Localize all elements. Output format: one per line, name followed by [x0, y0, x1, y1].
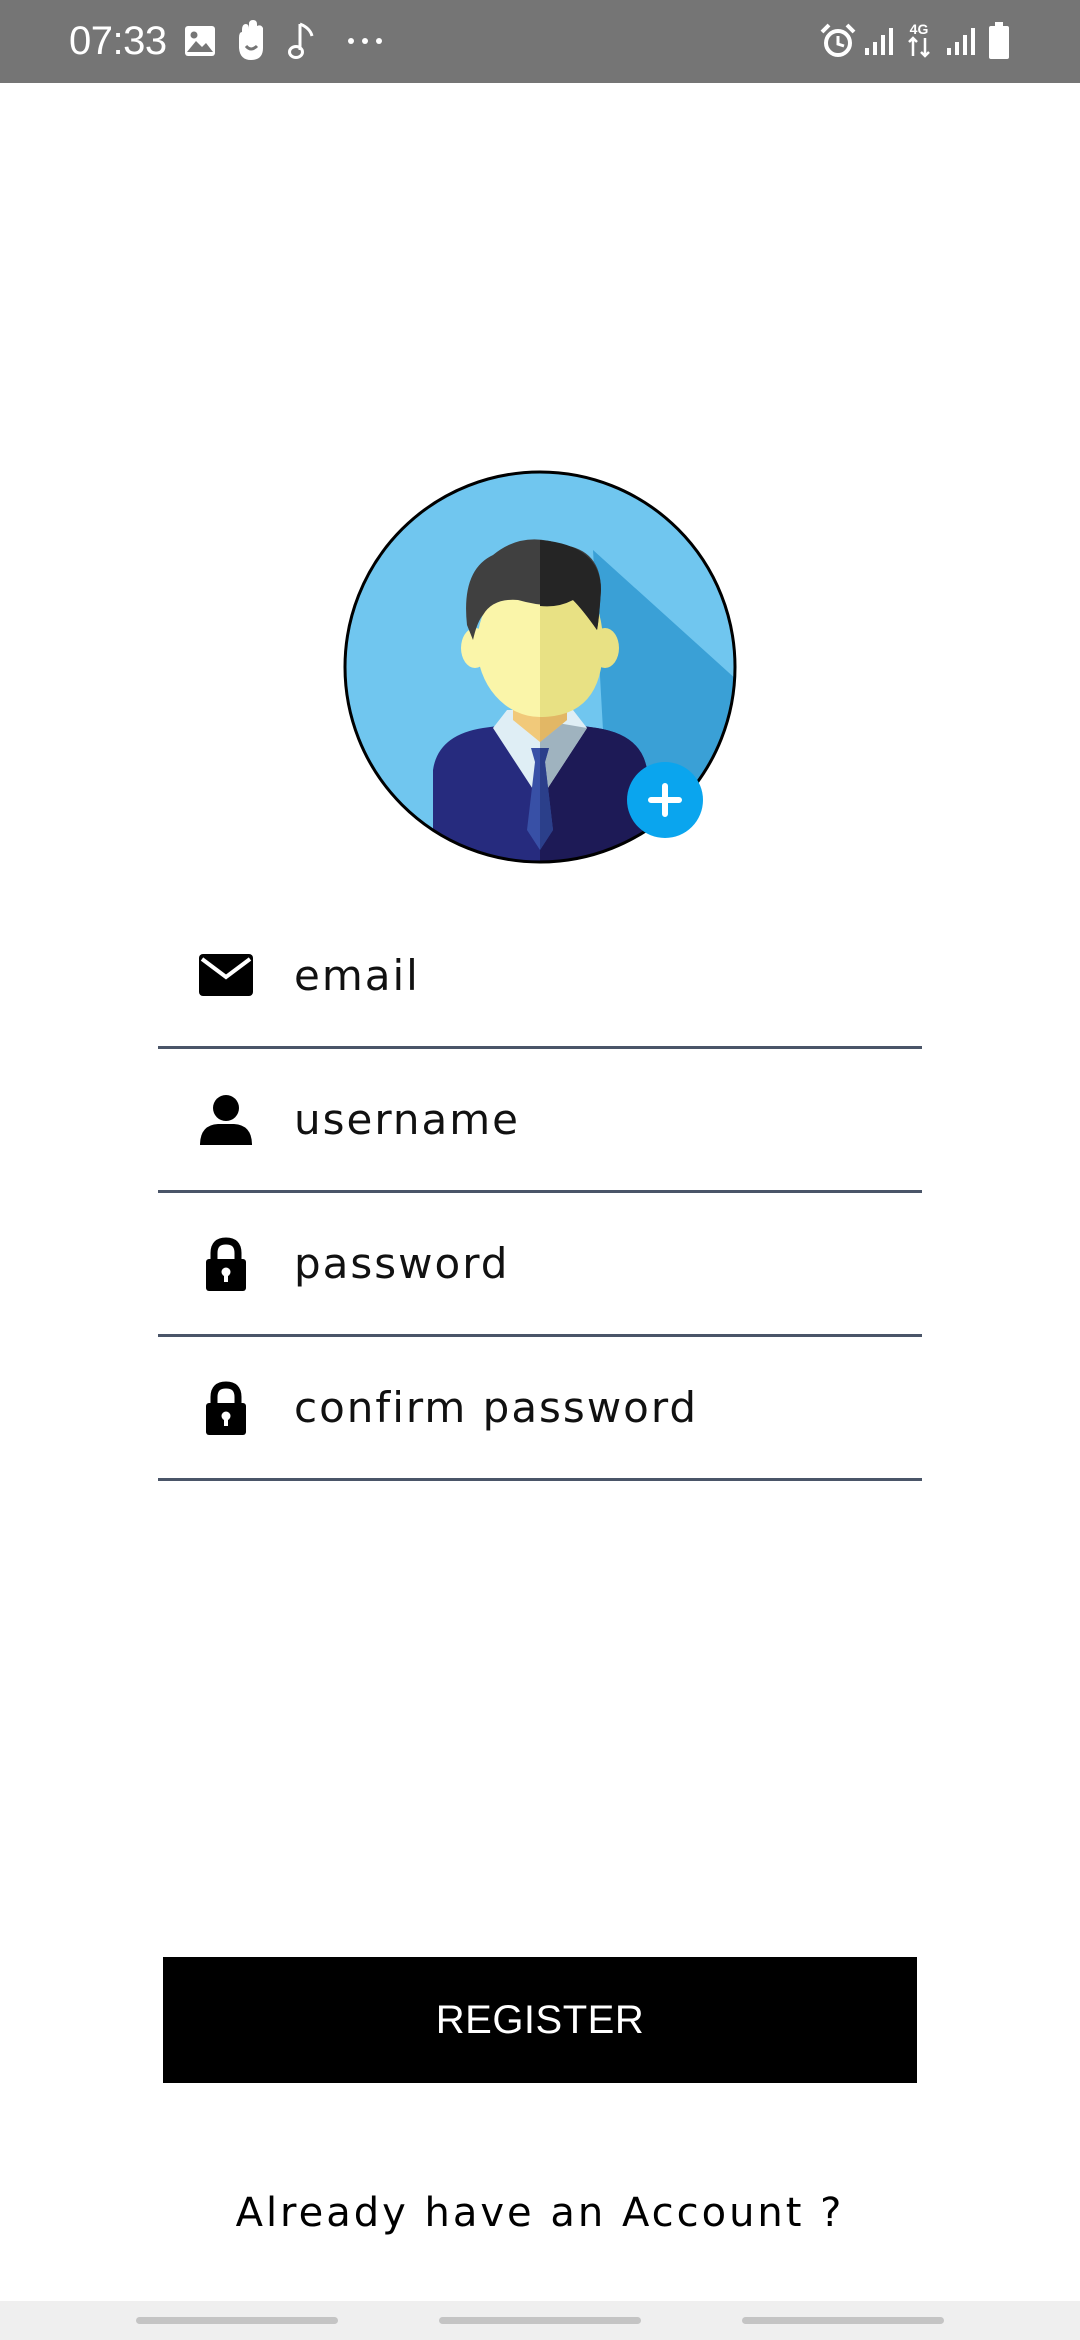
email-field[interactable]	[158, 905, 922, 1049]
4g-data-icon: 4G	[904, 20, 934, 60]
hand-icon	[234, 20, 270, 62]
password-field[interactable]	[158, 1193, 922, 1337]
status-bar: 07:33 4G	[0, 0, 1080, 83]
avatar[interactable]	[343, 470, 737, 864]
envelope-icon	[198, 953, 254, 1009]
gallery-icon	[184, 25, 216, 57]
battery-icon	[988, 22, 1010, 60]
password-input[interactable]	[294, 1193, 894, 1333]
username-input[interactable]	[294, 1049, 894, 1189]
signal-icon	[946, 26, 976, 56]
lock-icon	[198, 1237, 254, 1293]
status-time: 07:33	[69, 19, 167, 63]
navigation-bar	[0, 2301, 1080, 2340]
email-input[interactable]	[294, 905, 894, 1045]
alarm-icon	[820, 23, 856, 59]
register-button[interactable]: REGISTER	[163, 1957, 917, 2083]
nav-home-handle[interactable]	[439, 2317, 641, 2324]
music-note-icon	[288, 22, 316, 60]
nav-recent-handle[interactable]	[136, 2317, 338, 2324]
lock-icon	[198, 1381, 254, 1437]
more-icon	[346, 36, 386, 46]
signal-icon	[864, 26, 894, 56]
person-icon	[198, 1095, 254, 1151]
confirm-password-input[interactable]	[294, 1337, 894, 1477]
username-field[interactable]	[158, 1049, 922, 1193]
svg-text:4G: 4G	[910, 21, 929, 37]
add-photo-icon[interactable]	[627, 762, 703, 838]
confirm-password-field[interactable]	[158, 1337, 922, 1481]
nav-back-handle[interactable]	[742, 2317, 944, 2324]
login-link[interactable]: Already have an Account ?	[0, 2190, 1080, 2236]
